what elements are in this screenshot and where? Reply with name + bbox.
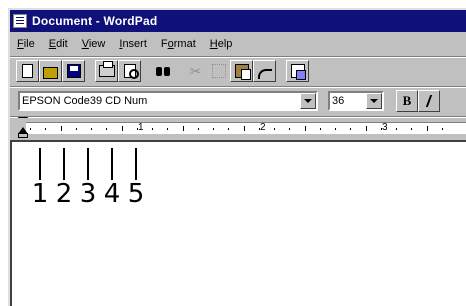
paste-button[interactable]: [230, 59, 253, 82]
font-name-dropdown-icon[interactable]: [300, 92, 316, 109]
print-button[interactable]: [95, 59, 118, 82]
ruler-tick: [167, 128, 169, 130]
ruler-tick: [335, 128, 336, 130]
ruler-tick: [60, 126, 62, 131]
barcode-character: 5: [124, 148, 148, 208]
bold-label: B: [402, 92, 412, 108]
save-icon: [66, 63, 81, 78]
ruler-tick: [441, 128, 443, 130]
date-time-icon: [290, 63, 306, 80]
copy-button[interactable]: [207, 60, 230, 82]
barcode-bar: [135, 148, 137, 180]
ruler-tick: [289, 128, 291, 130]
ruler-tick: [75, 128, 77, 130]
font-name-combo[interactable]: EPSON Code39 CD Num: [18, 90, 318, 111]
document-editor[interactable]: 1 2 3 4 5: [10, 140, 466, 306]
barcode-bar: [63, 148, 65, 180]
ruler-tick: [45, 128, 47, 130]
cut-icon: ✂: [189, 62, 202, 79]
barcode-digit: 3: [79, 179, 97, 209]
find-button[interactable]: [151, 60, 174, 82]
menu-file[interactable]: File: [10, 38, 42, 50]
barcode-digit: 1: [31, 179, 49, 209]
title-bar[interactable]: Document - WordPad: [10, 10, 466, 32]
paste-icon: [234, 63, 251, 80]
italic-button[interactable]: [418, 89, 440, 112]
ruler-number: 3: [382, 122, 388, 133]
font-name-value: EPSON Code39 CD Num: [22, 94, 148, 107]
undo-icon: [257, 68, 272, 79]
ruler-tick: [30, 128, 31, 130]
ruler-tick: [213, 128, 214, 130]
ruler-tick: [136, 128, 138, 130]
ruler-tick: [319, 128, 321, 130]
menu-format[interactable]: Format: [154, 38, 203, 50]
copy-icon: [211, 63, 226, 78]
ruler-tick: [182, 126, 184, 131]
ruler-number: 1: [138, 122, 144, 133]
barcode-character: 2: [52, 148, 76, 208]
barcode-bar: [111, 148, 113, 180]
left-indent-icon[interactable]: [18, 133, 28, 138]
ruler-tick: [304, 126, 306, 131]
undo-button[interactable]: [253, 59, 276, 82]
ruler-tick: [365, 126, 367, 131]
barcode-bar: [87, 148, 89, 180]
format-bar: EPSON Code39 CD Num 36 B: [10, 86, 466, 114]
barcode-digit: 2: [55, 179, 73, 209]
font-size-value: 36: [332, 94, 345, 107]
barcode-digit: 5: [127, 179, 145, 209]
menu-help[interactable]: Help: [203, 38, 240, 50]
ruler-strip[interactable]: 1 2 3: [26, 122, 466, 134]
ruler-tick: [243, 126, 245, 131]
bold-button[interactable]: B: [396, 89, 418, 112]
ruler-tick: [91, 128, 92, 130]
ruler-tick: [274, 128, 275, 130]
print-preview-icon: [123, 63, 139, 79]
cut-button[interactable]: ✂: [184, 60, 207, 82]
menu-insert[interactable]: Insert: [112, 38, 154, 50]
new-button[interactable]: [16, 59, 39, 82]
ruler-tick: [380, 128, 382, 130]
ruler-tick: [152, 128, 153, 130]
new-icon: [22, 63, 33, 78]
font-size-combo[interactable]: 36: [328, 90, 384, 111]
wordpad-window: Document - WordPad File Edit View Insert…: [8, 8, 466, 306]
date-time-button[interactable]: [286, 59, 309, 82]
barcode-digit: 4: [103, 179, 121, 209]
print-preview-button[interactable]: [118, 59, 141, 82]
barcode-character: 4: [100, 148, 124, 208]
barcode-character: 1: [28, 148, 52, 208]
ruler[interactable]: 1 2 3: [10, 116, 466, 138]
open-button[interactable]: [39, 59, 62, 82]
ruler-tick: [228, 128, 230, 130]
print-icon: [98, 60, 115, 77]
ruler-tick: [106, 128, 108, 130]
standard-toolbar: ✂: [10, 56, 466, 84]
window-title: Document - WordPad: [32, 14, 158, 28]
ruler-tick: [396, 128, 397, 130]
font-size-dropdown-icon[interactable]: [366, 92, 382, 109]
menu-bar: File Edit View Insert Format Help: [10, 34, 466, 54]
find-icon: [155, 65, 171, 77]
save-button[interactable]: [62, 59, 85, 82]
ruler-tick: [258, 128, 260, 130]
barcode-bar: [39, 148, 41, 180]
ruler-number: 2: [260, 122, 266, 133]
italic-icon: [425, 94, 433, 107]
ruler-tick: [411, 128, 413, 130]
menu-view[interactable]: View: [75, 38, 113, 50]
ruler-tick: [426, 126, 428, 131]
ruler-tick: [350, 128, 352, 130]
barcode-text: 1 2 3 4 5: [28, 148, 148, 208]
ruler-tick: [197, 128, 199, 130]
wordpad-app-icon[interactable]: [13, 14, 27, 28]
first-line-indent-icon[interactable]: [18, 117, 28, 124]
indent-marker[interactable]: [18, 117, 28, 139]
menu-edit[interactable]: Edit: [42, 38, 75, 50]
open-icon: [43, 66, 58, 79]
ruler-tick: [121, 126, 123, 131]
barcode-character: 3: [76, 148, 100, 208]
